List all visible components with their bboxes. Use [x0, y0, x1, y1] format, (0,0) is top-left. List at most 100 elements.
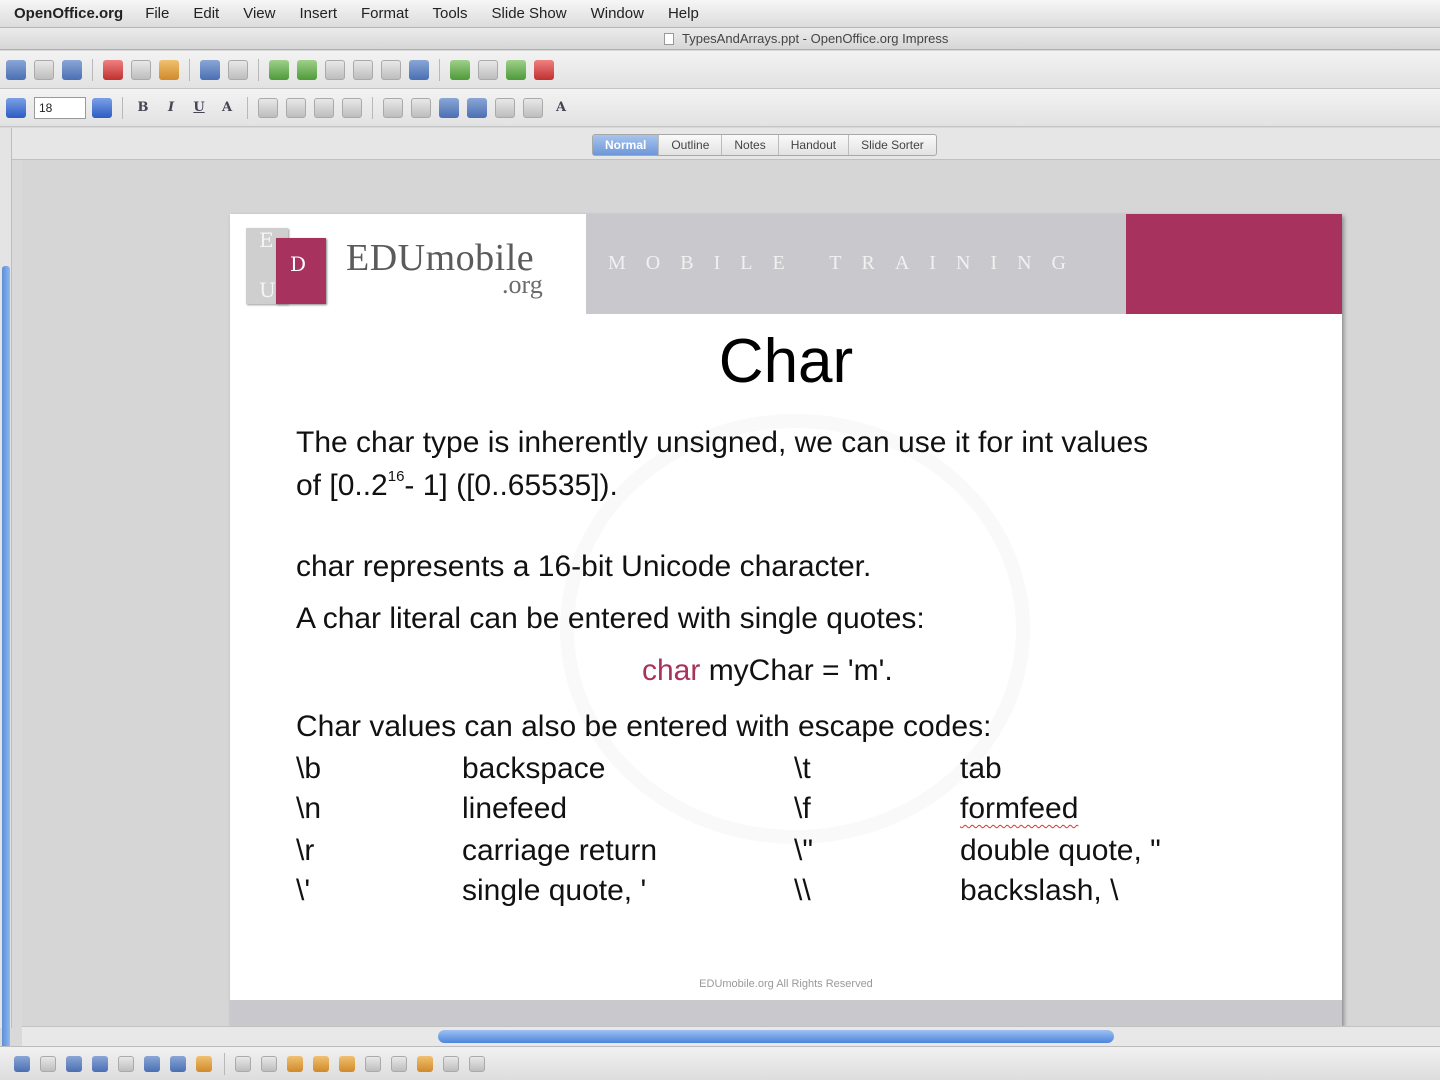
- redo-icon[interactable]: [228, 59, 248, 80]
- body-text-line[interactable]: Char values can also be entered with esc…: [296, 710, 991, 744]
- save-icon[interactable]: [62, 59, 82, 80]
- italic-icon[interactable]: I: [161, 98, 181, 118]
- star-shapes-icon[interactable]: [196, 1055, 212, 1072]
- rectangle-icon[interactable]: [66, 1055, 82, 1072]
- align-icon[interactable]: [391, 1055, 407, 1072]
- tab-normal[interactable]: Normal: [593, 135, 660, 155]
- gallery-icon[interactable]: [339, 1055, 355, 1072]
- chart-icon[interactable]: [269, 59, 289, 80]
- align-right-icon[interactable]: [314, 97, 334, 118]
- align-left-icon[interactable]: [258, 97, 278, 118]
- align-center-icon[interactable]: [286, 97, 306, 118]
- table-icon[interactable]: [297, 59, 317, 80]
- body-text-fragment: - 1] ([0..65535]).: [404, 469, 618, 502]
- menu-format[interactable]: Format: [361, 5, 409, 22]
- font-color-icon[interactable]: A: [551, 98, 571, 118]
- tab-notes[interactable]: Notes: [722, 135, 779, 155]
- help-icon[interactable]: [409, 59, 429, 80]
- underline-icon[interactable]: U: [189, 98, 209, 118]
- paste-icon[interactable]: [159, 59, 179, 80]
- font-size-dropdown-icon[interactable]: [92, 97, 112, 118]
- from-file-icon[interactable]: [313, 1055, 329, 1072]
- toolbar-separator: [247, 96, 248, 119]
- points-icon[interactable]: [235, 1055, 251, 1072]
- view-tabs: Normal Outline Notes Handout Slide Sorte…: [592, 134, 937, 156]
- body-text-line[interactable]: of [0..216- 1] ([0..65535]).: [296, 468, 618, 503]
- bullets-icon[interactable]: [383, 97, 403, 118]
- navigator-icon[interactable]: [353, 59, 373, 80]
- new-document-icon[interactable]: [6, 59, 26, 80]
- menu-slide-show[interactable]: Slide Show: [492, 5, 567, 22]
- tab-slide-sorter[interactable]: Slide Sorter: [849, 135, 936, 155]
- slide-footer: EDUmobile.org All Rights Reserved: [699, 978, 873, 990]
- bold-icon[interactable]: B: [133, 98, 153, 118]
- logo-letter: U: [259, 278, 276, 302]
- menu-window[interactable]: Window: [591, 5, 644, 22]
- indent-icon[interactable]: [411, 97, 431, 118]
- image-icon[interactable]: [325, 59, 345, 80]
- slides-pane-strip[interactable]: [0, 128, 12, 1078]
- logo-letter: E: [259, 228, 274, 252]
- menu-help[interactable]: Help: [668, 5, 699, 22]
- zoom-icon[interactable]: [381, 59, 401, 80]
- arrange-icon[interactable]: [417, 1055, 433, 1072]
- slide-design-icon[interactable]: [478, 59, 498, 80]
- open-folder-icon[interactable]: [34, 59, 54, 80]
- cut-icon[interactable]: [103, 59, 123, 80]
- code-example[interactable]: char myChar = 'm'.: [642, 654, 893, 688]
- increase-font-icon[interactable]: [439, 97, 459, 118]
- code-text: myChar = 'm'.: [700, 654, 893, 687]
- master-slide-icon[interactable]: [506, 59, 526, 80]
- toggle-extrusion-icon[interactable]: [469, 1055, 485, 1072]
- tab-handout[interactable]: Handout: [779, 135, 850, 155]
- escape-description: tab: [960, 752, 1002, 785]
- callout-icon[interactable]: [170, 1055, 186, 1072]
- menu-edit[interactable]: Edit: [193, 5, 219, 22]
- shadow-icon[interactable]: A: [217, 98, 237, 118]
- character-icon[interactable]: [495, 97, 515, 118]
- paragraph-icon[interactable]: [523, 97, 543, 118]
- menu-insert[interactable]: Insert: [299, 5, 337, 22]
- connector-icon[interactable]: [118, 1055, 134, 1072]
- horizontal-scrollbar[interactable]: [22, 1026, 1440, 1046]
- body-text-line[interactable]: A char literal can be entered with singl…: [296, 602, 925, 636]
- logo-letter: D: [290, 252, 307, 276]
- basic-shapes-icon[interactable]: [144, 1055, 160, 1072]
- escape-description: backspace: [462, 752, 606, 785]
- menu-file[interactable]: File: [145, 5, 169, 22]
- slide-title[interactable]: Char: [230, 326, 1342, 397]
- menu-tools[interactable]: Tools: [433, 5, 468, 22]
- toolbar-separator: [189, 58, 190, 81]
- escape-code: \': [296, 874, 311, 907]
- justify-icon[interactable]: [342, 97, 362, 118]
- slide-canvas[interactable]: E D U EDUmobile .org MOBILE TRAINING Cha…: [230, 214, 1342, 1026]
- body-text-fragment: of [0..2: [296, 469, 388, 502]
- escape-description: linefeed: [462, 792, 568, 825]
- glue-points-icon[interactable]: [261, 1055, 277, 1072]
- font-size-input[interactable]: 18: [34, 96, 86, 119]
- brand-suffix: .org: [502, 270, 543, 299]
- horizontal-scroll-thumb[interactable]: [438, 1030, 1114, 1043]
- body-text-line[interactable]: The char type is inherently unsigned, we…: [296, 426, 1148, 460]
- fontwork-icon[interactable]: [287, 1055, 303, 1072]
- copy-icon[interactable]: [131, 59, 151, 80]
- extrusion-icon[interactable]: [443, 1055, 459, 1072]
- body-text-line[interactable]: char represents a 16-bit Unicode charact…: [296, 550, 871, 584]
- styles-icon[interactable]: [6, 97, 26, 118]
- slides-pane-scroll-thumb[interactable]: [2, 266, 10, 1078]
- ellipse-icon[interactable]: [92, 1055, 108, 1072]
- undo-icon[interactable]: [200, 59, 220, 80]
- banner-text: MOBILE TRAINING: [608, 252, 1086, 274]
- slide-show-icon[interactable]: [534, 59, 554, 80]
- rotate-icon[interactable]: [365, 1055, 381, 1072]
- slide-layout-icon[interactable]: [450, 59, 470, 80]
- select-arrow-icon[interactable]: [14, 1055, 30, 1072]
- line-icon[interactable]: [40, 1055, 56, 1072]
- decrease-font-icon[interactable]: [467, 97, 487, 118]
- logo-area: E D U EDUmobile .org: [230, 214, 586, 314]
- tab-outline[interactable]: Outline: [659, 135, 723, 155]
- app-menu[interactable]: OpenOffice.org: [14, 5, 123, 22]
- menu-view[interactable]: View: [243, 5, 275, 22]
- escape-code: \\: [794, 874, 811, 907]
- escape-code: \b: [296, 752, 322, 785]
